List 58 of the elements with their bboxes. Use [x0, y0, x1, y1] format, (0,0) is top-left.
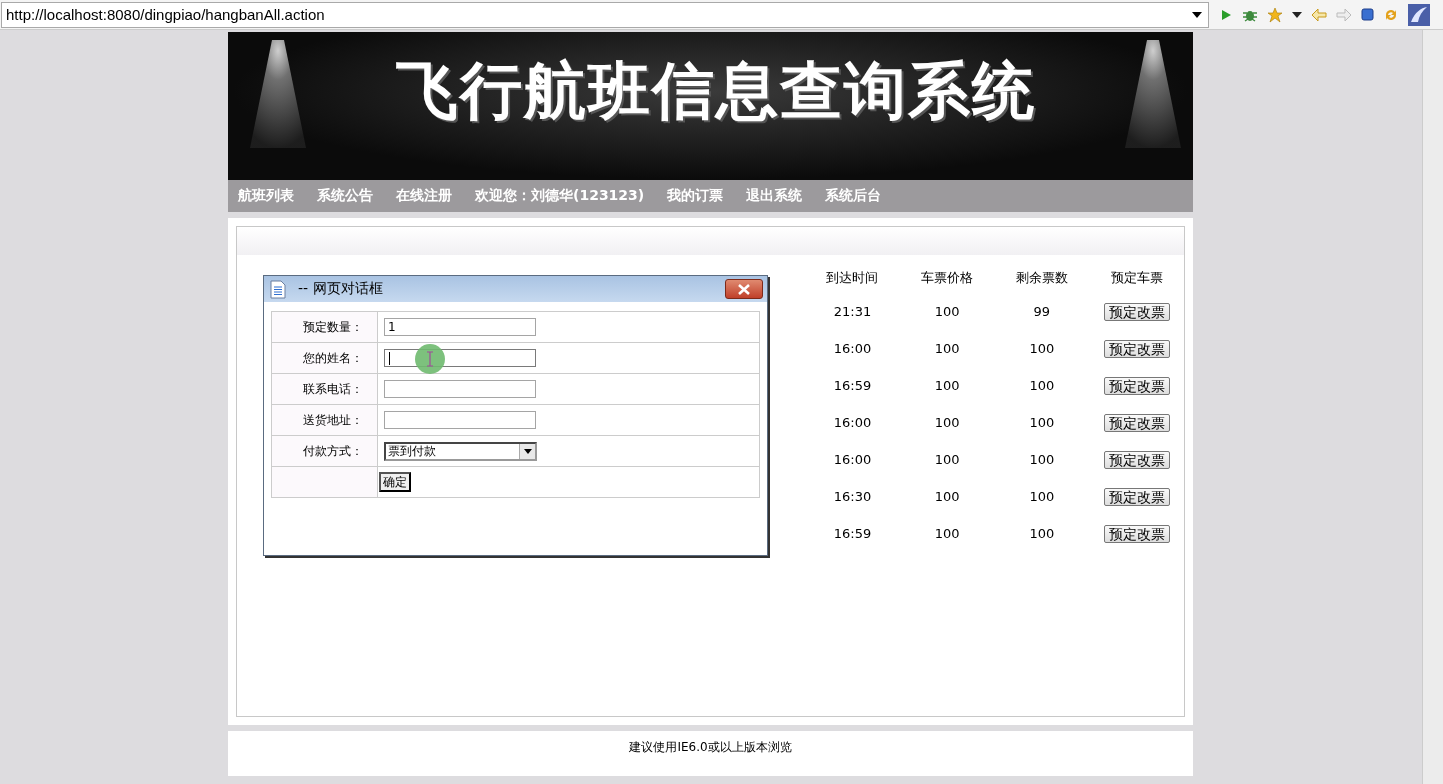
- column-header: 剩余票数: [1015, 270, 1068, 285]
- browser-icon[interactable]: [1408, 3, 1430, 26]
- site-title: 飞行航班信息查询系统: [395, 53, 1036, 129]
- close-icon: [737, 283, 751, 295]
- table-cell: 100: [934, 526, 960, 541]
- column-header: 车票价格: [921, 270, 974, 285]
- caret-icon: [523, 448, 532, 454]
- table-cell: 16:00: [833, 341, 872, 356]
- back-icon[interactable]: [1311, 7, 1327, 22]
- table-cell: 100: [1029, 415, 1055, 430]
- book-button[interactable]: 预定改票: [1103, 487, 1170, 506]
- table-cell: 16:59: [833, 378, 872, 393]
- book-button[interactable]: 预定改票: [1103, 339, 1170, 358]
- table-cell: 100: [1029, 489, 1055, 504]
- field-label: 您的姓名：: [303, 350, 363, 365]
- table-cell: 16:00: [833, 452, 872, 467]
- table-cell: 16:00: [833, 415, 872, 430]
- table-cell: 16:59: [833, 526, 872, 541]
- book-button[interactable]: 预定改票: [1103, 413, 1170, 432]
- table-cell: 99: [1033, 304, 1051, 319]
- table-cell: 100: [1029, 452, 1055, 467]
- table-cell: 16:30: [833, 489, 872, 504]
- book-button[interactable]: 预定改票: [1103, 524, 1170, 543]
- select-field[interactable]: 票到付款: [384, 441, 537, 461]
- table-cell: 21:31: [833, 304, 872, 319]
- table-cell: 100: [934, 341, 960, 356]
- confirm-button[interactable]: 确定: [379, 472, 411, 492]
- table-cell: 100: [934, 415, 960, 430]
- table-cell: 100: [934, 304, 960, 319]
- close-button[interactable]: [725, 279, 763, 299]
- dialog-title: -- 网页对话框: [298, 280, 383, 298]
- book-button[interactable]: 预定改票: [1103, 302, 1170, 321]
- column-header: 预定车票: [1110, 270, 1163, 285]
- address-field[interactable]: http://localhost:8080/dingpiao/hangbanAll.action: [1, 1, 1209, 28]
- star-icon[interactable]: [1267, 6, 1283, 23]
- dropdown-icon[interactable]: [1192, 11, 1202, 18]
- table-cell: 100: [1029, 526, 1055, 541]
- stop-icon[interactable]: [1361, 8, 1374, 21]
- field-label: 付款方式：: [303, 443, 363, 458]
- field-label: 联系电话：: [303, 381, 363, 396]
- input-field[interactable]: [384, 411, 536, 429]
- field-label: 送货地址：: [303, 412, 363, 427]
- book-button[interactable]: 预定改票: [1103, 376, 1170, 395]
- table-cell: 100: [1029, 378, 1055, 393]
- caret-icon[interactable]: [1292, 11, 1302, 18]
- input-field[interactable]: [384, 380, 536, 398]
- table-cell: 100: [1029, 341, 1055, 356]
- input-field[interactable]: 1: [384, 318, 536, 336]
- document-icon: [270, 279, 286, 299]
- table-cell: 100: [934, 378, 960, 393]
- cursor-highlight-icon: [415, 344, 445, 374]
- column-header: 到达时间: [826, 270, 879, 285]
- table-cell: 100: [934, 489, 960, 504]
- run-icon[interactable]: [1219, 7, 1233, 22]
- table-cell: 100: [934, 452, 960, 467]
- field-label: 预定数量：: [303, 319, 363, 334]
- footer-text: 建议使用IE6.0或以上版本浏览: [629, 739, 792, 756]
- book-button[interactable]: 预定改票: [1103, 450, 1170, 469]
